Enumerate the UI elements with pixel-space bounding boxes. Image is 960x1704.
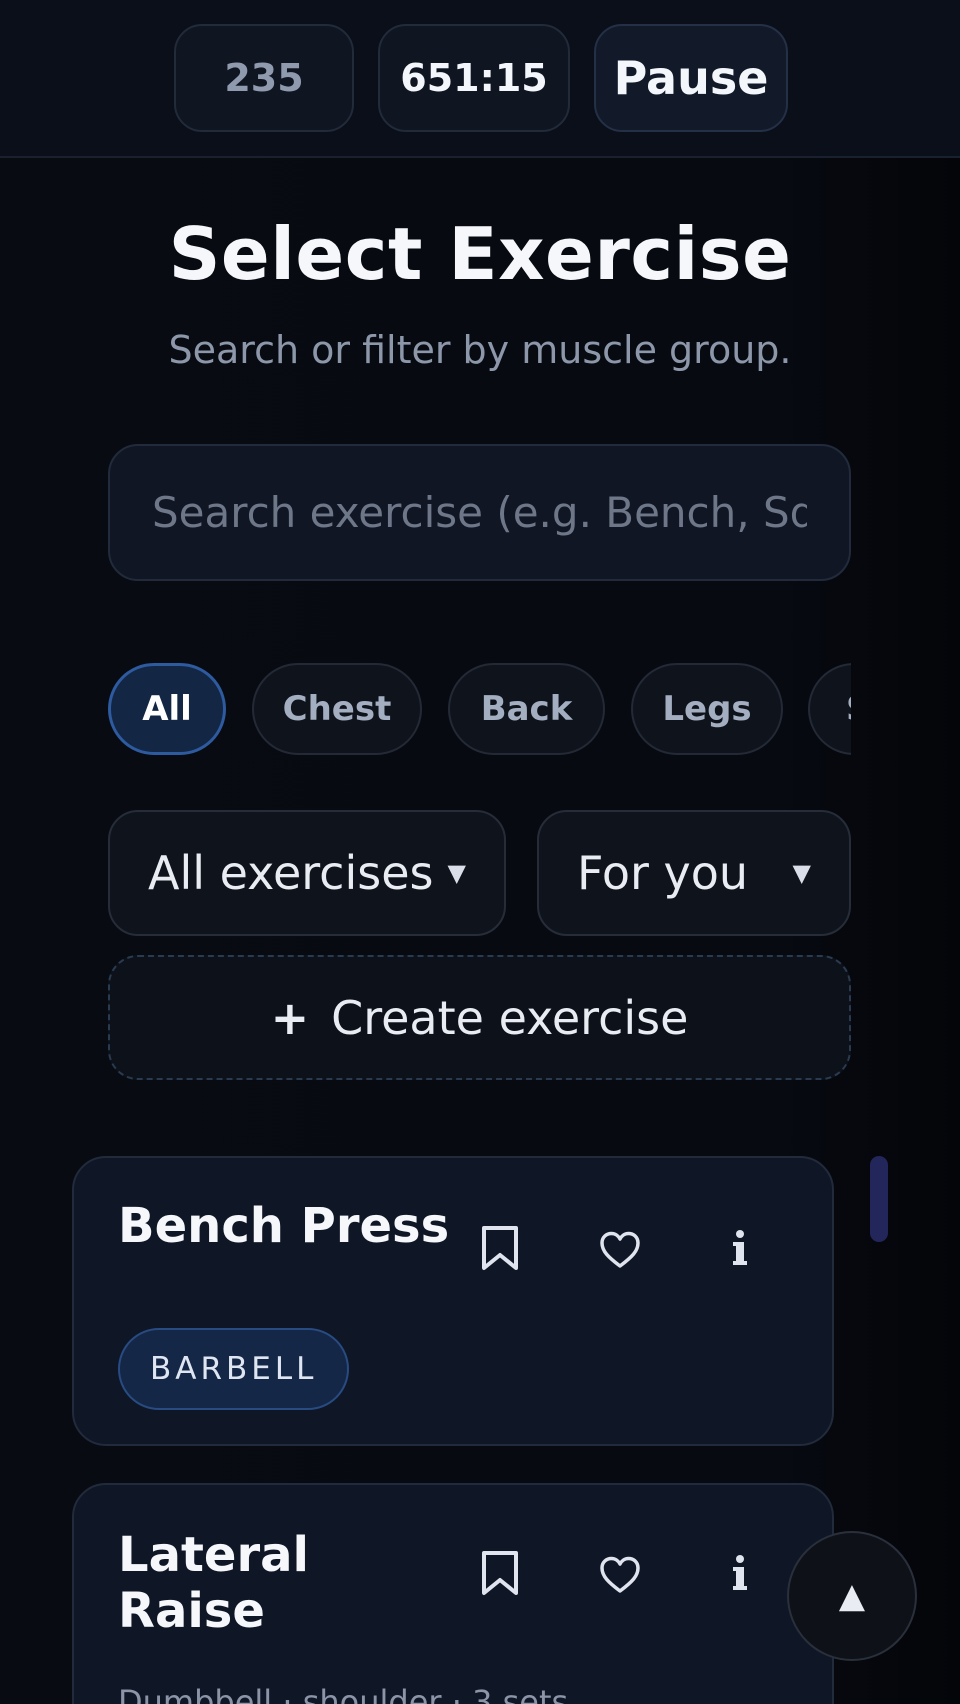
caret-down-icon: ▼ — [447, 859, 466, 887]
heart-icon[interactable] — [590, 1545, 650, 1605]
exercise-card[interactable]: Lateral Raise Dumbbell · shoulder · 3 se… — [72, 1483, 834, 1704]
top-bar: 235 651:15 Pause — [0, 0, 960, 158]
rep-count: 235 — [224, 56, 304, 100]
pause-button[interactable]: Pause — [594, 24, 788, 132]
pause-label: Pause — [613, 51, 769, 105]
chip-label: S — [846, 689, 851, 729]
scroll-to-top-button[interactable]: ▲ — [787, 1531, 917, 1661]
exercise-picker-screen: 235 651:15 Pause Select Exercise Search … — [0, 0, 960, 1704]
chip-label: Chest — [282, 689, 392, 729]
chip-label: All — [142, 689, 192, 729]
workout-timer-pill[interactable]: 651:15 — [378, 24, 570, 132]
chip-back[interactable]: Back — [448, 663, 605, 755]
exercise-description: Dumbbell · shoulder · 3 sets — [118, 1683, 569, 1704]
caret-down-icon: ▼ — [792, 859, 811, 887]
chip-all[interactable]: All — [108, 663, 226, 755]
equipment-tag: BARBELL — [118, 1328, 350, 1410]
create-exercise-label: Create exercise — [331, 990, 689, 1045]
chip-label: Legs — [662, 689, 752, 729]
exercise-name: Bench Press — [118, 1198, 450, 1254]
workout-timer: 651:15 — [400, 56, 548, 100]
page-title: Select Exercise — [168, 212, 792, 296]
muscle-group-chips: All Chest Back Legs S — [108, 663, 851, 755]
info-icon[interactable] — [710, 1543, 770, 1603]
search-box — [108, 444, 851, 581]
sort-select[interactable]: For you ▼ — [537, 810, 851, 936]
create-exercise-button[interactable]: + Create exercise — [108, 955, 851, 1080]
chip-legs[interactable]: Legs — [631, 663, 783, 755]
exercise-scope-select[interactable]: All exercises ▼ — [108, 810, 506, 936]
scrollbar-thumb[interactable] — [870, 1156, 888, 1242]
chip-chest[interactable]: Chest — [252, 663, 422, 755]
page-subtitle: Search or filter by muscle group. — [168, 328, 792, 372]
search-input[interactable] — [110, 446, 849, 579]
bookmark-icon[interactable] — [470, 1218, 530, 1278]
chip-label: Back — [480, 689, 573, 729]
plus-icon: + — [270, 990, 310, 1045]
exercise-card[interactable]: Bench Press BARBELL — [72, 1156, 834, 1446]
sort-value: For you — [577, 846, 749, 900]
exercise-name: Lateral Raise — [118, 1527, 309, 1639]
scope-value: All exercises — [148, 846, 434, 900]
chip-shoulders[interactable]: S — [808, 663, 851, 755]
arrow-up-icon: ▲ — [838, 1576, 866, 1616]
bookmark-icon[interactable] — [470, 1543, 530, 1603]
info-icon[interactable] — [710, 1218, 770, 1278]
heart-icon[interactable] — [590, 1220, 650, 1280]
rep-count-pill[interactable]: 235 — [174, 24, 354, 132]
